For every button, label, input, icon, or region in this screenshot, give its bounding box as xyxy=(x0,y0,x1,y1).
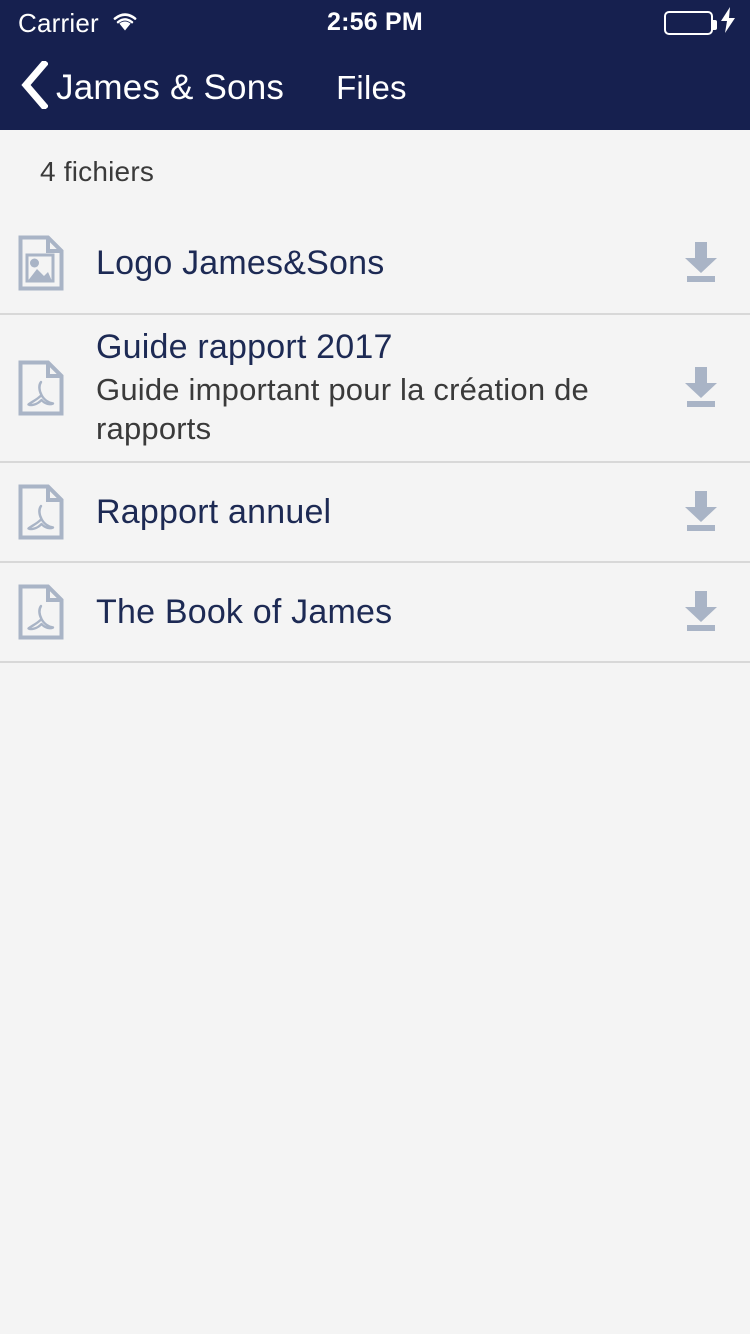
file-count-header: 4 fichiers xyxy=(0,130,750,213)
download-button[interactable] xyxy=(670,363,732,414)
file-text-block: Logo James&Sons xyxy=(64,243,670,283)
file-subtitle: Guide important pour la création de rapp… xyxy=(96,372,589,447)
file-text-block: Rapport annuel xyxy=(64,492,670,532)
lightning-bolt-icon xyxy=(720,7,736,38)
file-title: Rapport annuel xyxy=(96,492,332,531)
file-list: Logo James&Sons Guide rapport 2017 Guide… xyxy=(0,213,750,663)
page-title: Files xyxy=(336,69,407,106)
download-button[interactable] xyxy=(670,487,732,538)
clock-label: 2:56 PM xyxy=(327,8,423,36)
list-item[interactable]: Guide rapport 2017 Guide important pour … xyxy=(0,313,750,461)
file-text-block: Guide rapport 2017 Guide important pour … xyxy=(64,327,670,449)
status-bar-left: Carrier xyxy=(18,10,139,36)
wifi-icon xyxy=(111,10,139,36)
chevron-left-icon xyxy=(18,59,49,114)
pdf-file-icon xyxy=(18,360,64,416)
file-text-block: The Book of James xyxy=(64,592,670,632)
battery-cap xyxy=(713,19,717,30)
file-title: The Book of James xyxy=(96,592,393,631)
download-icon xyxy=(678,363,724,414)
pdf-file-icon xyxy=(18,584,64,640)
list-item[interactable]: The Book of James xyxy=(0,561,750,661)
download-icon xyxy=(678,587,724,638)
phone-screen: Carrier 2:56 PM James & Sons Files 4 fic… xyxy=(0,0,750,1334)
download-icon xyxy=(678,487,724,538)
status-bar-right xyxy=(664,0,736,45)
navigation-bar: James & Sons Files xyxy=(0,45,750,130)
carrier-label: Carrier xyxy=(18,7,99,38)
battery-icon xyxy=(664,10,717,35)
download-button[interactable] xyxy=(670,238,732,289)
download-button[interactable] xyxy=(670,587,732,638)
file-title: Guide rapport 2017 xyxy=(96,328,393,367)
pdf-file-icon xyxy=(18,484,64,540)
list-item[interactable]: Logo James&Sons xyxy=(0,213,750,313)
list-item[interactable]: Rapport annuel xyxy=(0,461,750,561)
status-bar: Carrier 2:56 PM xyxy=(0,0,750,45)
file-title: Logo James&Sons xyxy=(96,243,385,282)
image-file-icon xyxy=(18,235,64,291)
file-count-label: 4 fichiers xyxy=(40,155,155,187)
back-button[interactable]: James & Sons xyxy=(18,59,285,114)
download-icon xyxy=(678,238,724,289)
back-button-label: James & Sons xyxy=(56,68,285,107)
